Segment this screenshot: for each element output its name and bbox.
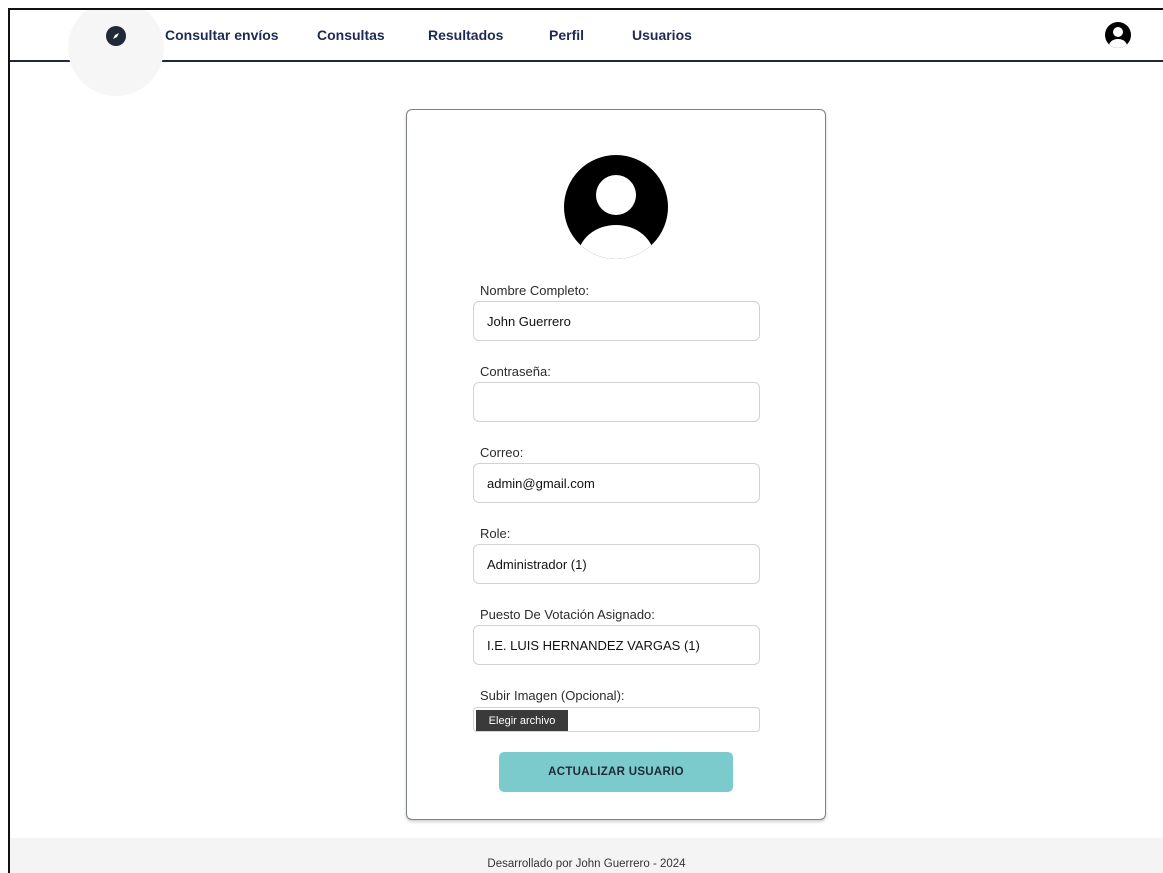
contrasena-input[interactable] — [473, 382, 760, 422]
logo-halo — [68, 10, 164, 96]
puesto-label: Puesto De Votación Asignado: — [480, 607, 655, 622]
contrasena-label: Contraseña: — [480, 364, 551, 379]
actualizar-usuario-button[interactable]: ACTUALIZAR USUARIO — [499, 752, 733, 792]
user-icon[interactable] — [1104, 21, 1132, 49]
correo-label: Correo: — [480, 445, 524, 460]
elegir-archivo-button[interactable]: Elegir archivo — [476, 710, 568, 731]
footer: Desarrollado por John Guerrero - 2024 — [10, 838, 1163, 873]
imagen-label: Subir Imagen (Opcional): — [480, 688, 625, 703]
nav-link-consultas[interactable]: Consultas — [317, 27, 385, 43]
avatar-icon — [564, 155, 668, 259]
user-edit-card: Nombre Completo: Contraseña: Correo: Rol… — [406, 109, 826, 820]
compass-icon[interactable] — [106, 26, 126, 46]
footer-text: Desarrollado por John Guerrero - 2024 — [487, 858, 686, 870]
role-label: Role: — [480, 526, 511, 541]
puesto-input[interactable] — [473, 625, 760, 665]
role-input[interactable] — [473, 544, 760, 584]
nav-link-consultar-envios[interactable]: Consultar envíos — [165, 27, 279, 43]
navbar: Consultar envíos Consultas Resultados Pe… — [10, 10, 1163, 96]
nav-link-resultados[interactable]: Resultados — [428, 27, 503, 43]
app-frame: Consultar envíos Consultas Resultados Pe… — [8, 8, 1163, 873]
imagen-file-input[interactable]: Elegir archivo — [473, 707, 760, 732]
correo-input[interactable] — [473, 463, 760, 503]
nav-link-usuarios[interactable]: Usuarios — [632, 27, 692, 43]
nav-link-perfil[interactable]: Perfil — [549, 27, 584, 43]
nombre-input[interactable] — [473, 301, 760, 341]
nombre-label: Nombre Completo: — [480, 283, 590, 298]
